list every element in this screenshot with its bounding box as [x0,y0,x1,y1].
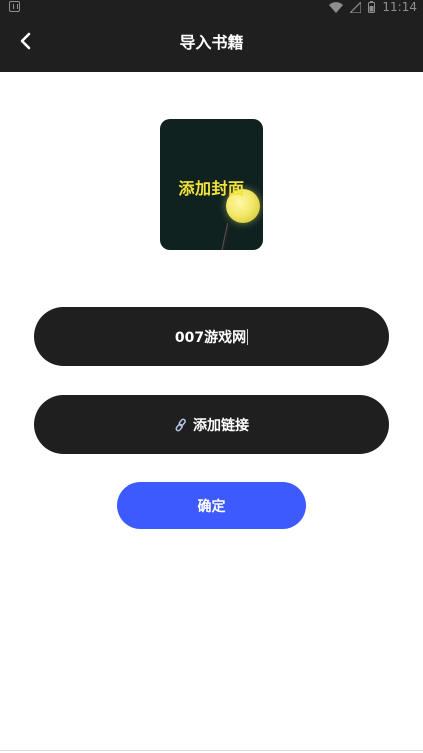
link-icon [174,418,188,432]
app-bar: 导入书籍 [0,14,423,72]
cover-decoration [220,223,231,250]
add-cover-label: 添加封面 [178,179,245,198]
battery-icon [368,1,376,13]
import-book-screen: 11:14 导入书籍 添加封面 007游戏网 添加链接 确定 [0,0,423,753]
confirm-button[interactable]: 确定 [117,482,306,529]
status-time: 11:14 [382,0,417,14]
text-cursor [247,328,249,345]
notification-icon [9,1,20,12]
add-link-label: 添加链接 [193,417,249,434]
signal-icon [350,1,362,13]
book-name-value: 007游戏网 [174,329,247,346]
status-icons: 11:14 [329,0,417,14]
divider [0,750,423,751]
confirm-label: 确定 [197,498,226,515]
status-bar: 11:14 [0,0,423,14]
wifi-icon [329,1,344,13]
add-link-button[interactable]: 添加链接 [34,395,389,454]
add-cover-button[interactable]: 添加封面 [160,119,263,250]
book-name-input[interactable]: 007游戏网 [34,307,389,366]
page-title: 导入书籍 [179,33,244,52]
